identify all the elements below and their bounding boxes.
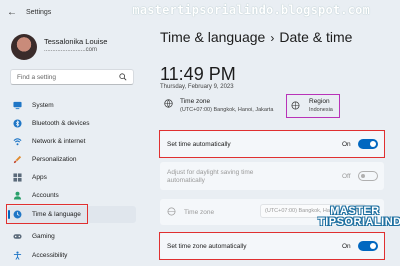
sidebar-item-label: Network & internet <box>32 138 86 145</box>
breadcrumb-chevron-icon: › <box>270 31 275 45</box>
back-arrow-icon[interactable]: ← <box>7 7 17 18</box>
search-box[interactable]: Find a setting <box>10 69 134 85</box>
watermark-text: mastertipsorialindo.blogspot.com <box>132 3 370 17</box>
sidebar-item-network[interactable]: Network & internet <box>8 133 136 150</box>
apps-icon <box>13 173 22 182</box>
breadcrumb-page: Date & time <box>279 29 353 45</box>
search-input[interactable]: Find a setting <box>17 74 56 81</box>
user-name: Tessalonika Louise <box>44 37 108 46</box>
timezone-value: (UTC+07:00) Bangkok, Hanoi, Jakarta <box>180 107 274 113</box>
sidebar-item-apps[interactable]: Apps <box>8 169 136 186</box>
person-icon <box>13 191 22 200</box>
bluetooth-icon <box>13 119 22 128</box>
set-time-auto-highlight <box>159 130 385 158</box>
accessibility-icon <box>13 251 22 260</box>
sidebar-item-label: Apps <box>32 174 47 181</box>
timezone-label: Time zone <box>180 98 211 105</box>
region-label: Region <box>309 98 330 105</box>
sidebar-item-label: Gaming <box>32 233 55 240</box>
sidebar-item-label: Personalization <box>32 156 77 163</box>
brush-icon <box>13 155 22 164</box>
dst-state: Off <box>342 173 351 180</box>
page-title: Time & language › Date & time <box>160 29 352 45</box>
dst-toggle <box>358 171 378 181</box>
sidebar-item-bluetooth[interactable]: Bluetooth & devices <box>8 115 136 132</box>
avatar[interactable] <box>11 34 37 60</box>
breadcrumb-section[interactable]: Time & language <box>160 29 265 45</box>
region-globe-icon <box>291 101 300 110</box>
region-value: Indonesia <box>309 107 333 113</box>
sidebar-item-system[interactable]: System <box>8 97 136 114</box>
current-date: Thursday, February 9, 2023 <box>160 84 234 90</box>
title-bar: ← Settings mastertipsorialindo.blogspot.… <box>0 0 400 26</box>
dst-label-line1: Adjust for daylight saving time <box>167 169 254 176</box>
sidebar-item-personalization[interactable]: Personalization <box>8 151 136 168</box>
sidebar: Tessalonika Louise .....................… <box>0 26 148 266</box>
sidebar-item-label: Accessibility <box>32 252 68 259</box>
brand-logo: MASTER TIPSORIALINDO <box>318 206 400 228</box>
dst-label-line2: automatically <box>167 177 205 184</box>
current-time: 11:49 PM <box>160 64 236 84</box>
dst-row: Adjust for daylight saving time automati… <box>160 162 384 190</box>
sidebar-item-label: Accounts <box>32 192 59 199</box>
time-zone-label: Time zone <box>184 209 215 216</box>
sidebar-item-gaming[interactable]: Gaming <box>8 228 136 245</box>
gamepad-icon <box>13 234 22 239</box>
sidebar-item-label: System <box>32 102 54 109</box>
globe-icon <box>164 99 173 108</box>
app-title: Settings <box>26 9 52 16</box>
user-email: .........................com <box>44 47 98 53</box>
wifi-icon <box>13 138 22 146</box>
monitor-icon <box>13 101 22 110</box>
brand-line2: TIPSORIALINDO <box>318 216 400 228</box>
search-icon[interactable] <box>119 73 127 81</box>
time-language-highlight <box>6 204 88 224</box>
sidebar-item-accounts[interactable]: Accounts <box>8 187 136 204</box>
timezone-globe-icon <box>167 207 176 216</box>
sidebar-item-label: Bluetooth & devices <box>32 120 90 127</box>
sidebar-item-accessibility[interactable]: Accessibility <box>8 247 136 264</box>
set-tz-auto-highlight <box>159 232 385 260</box>
